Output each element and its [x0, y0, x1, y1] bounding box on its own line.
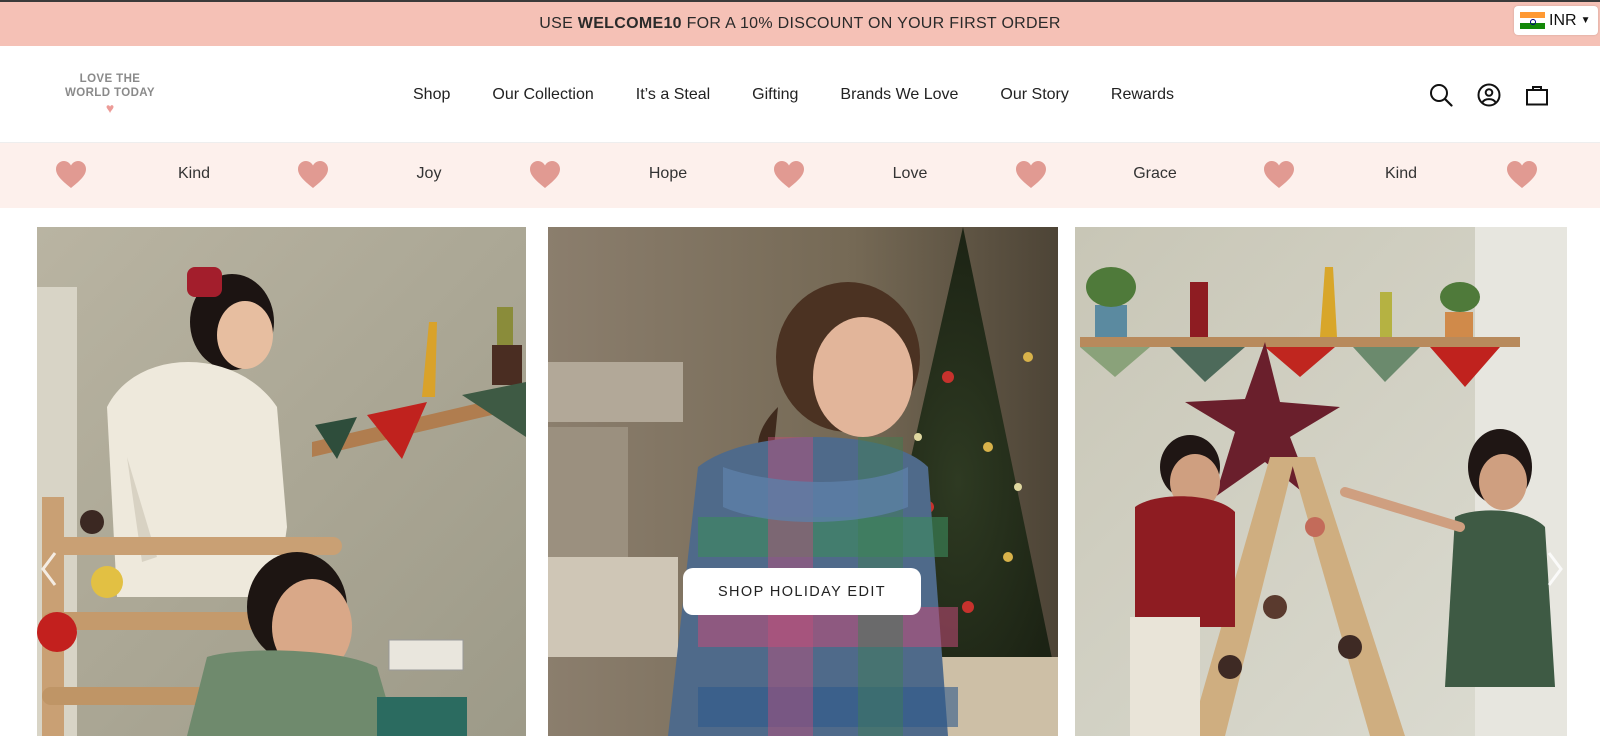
- currency-label: INR: [1549, 11, 1577, 29]
- hero-image-center[interactable]: [548, 227, 1058, 736]
- search-icon[interactable]: [1428, 82, 1454, 108]
- site-logo[interactable]: LOVE THE WORLD TODAY ♥: [60, 72, 160, 115]
- nav-item-rewards[interactable]: Rewards: [1111, 86, 1174, 104]
- value-word: Grace: [1133, 165, 1177, 182]
- announcement-text: USE WELCOME10 FOR A 10% DISCOUNT ON YOUR…: [539, 15, 1061, 32]
- currency-selector[interactable]: INR ▼: [1514, 6, 1598, 35]
- header-actions: [1428, 46, 1550, 143]
- site-header: LOVE THE WORLD TODAY ♥ Shop Our Collecti…: [0, 46, 1600, 143]
- nav-item-our-story[interactable]: Our Story: [1000, 86, 1068, 104]
- nav-item-gifting[interactable]: Gifting: [752, 86, 798, 104]
- heart-icon: [56, 161, 86, 188]
- value-word: Kind: [177, 165, 211, 182]
- caret-down-icon: ▼: [1580, 15, 1591, 26]
- heart-icon: [1264, 161, 1294, 188]
- heart-icon: [774, 161, 804, 188]
- logo-heart-icon: ♥: [105, 100, 115, 116]
- chevron-left-icon[interactable]: [37, 549, 61, 589]
- logo-line-2: WORLD TODAY: [64, 87, 155, 99]
- announcement-bar: USE WELCOME10 FOR A 10% DISCOUNT ON YOUR…: [0, 0, 1600, 46]
- nav-item-brands-we-love[interactable]: Brands We Love: [840, 86, 958, 104]
- hero-image-right[interactable]: [1075, 227, 1567, 736]
- value-word: Joy: [416, 165, 442, 182]
- account-icon[interactable]: [1476, 82, 1502, 108]
- value-word: Love: [892, 165, 928, 182]
- india-flag-icon: [1520, 12, 1545, 30]
- hero-image-left[interactable]: [37, 227, 526, 736]
- value-word: Kind: [1384, 165, 1418, 182]
- nav-item-shop[interactable]: Shop: [413, 86, 450, 104]
- bag-icon[interactable]: [1524, 82, 1550, 108]
- nav-item-its-a-steal[interactable]: It’s a Steal: [636, 86, 710, 104]
- value-word: Hope: [648, 165, 688, 182]
- values-marquee: Kind Joy Hope Love Grace Kind: [0, 143, 1600, 208]
- heart-icon: [298, 161, 328, 188]
- heart-icon: [530, 161, 560, 188]
- heart-icon: [1507, 161, 1537, 188]
- heart-icon: [1016, 161, 1046, 188]
- shop-holiday-edit-button[interactable]: SHOP HOLIDAY EDIT: [683, 568, 921, 615]
- nav-item-our-collection[interactable]: Our Collection: [492, 86, 593, 104]
- promo-code: WELCOME10: [577, 15, 682, 32]
- logo-line-1: LOVE THE: [79, 73, 141, 85]
- chevron-right-icon[interactable]: [1543, 549, 1567, 589]
- main-nav: Shop Our Collection It’s a Steal Gifting…: [392, 46, 1195, 143]
